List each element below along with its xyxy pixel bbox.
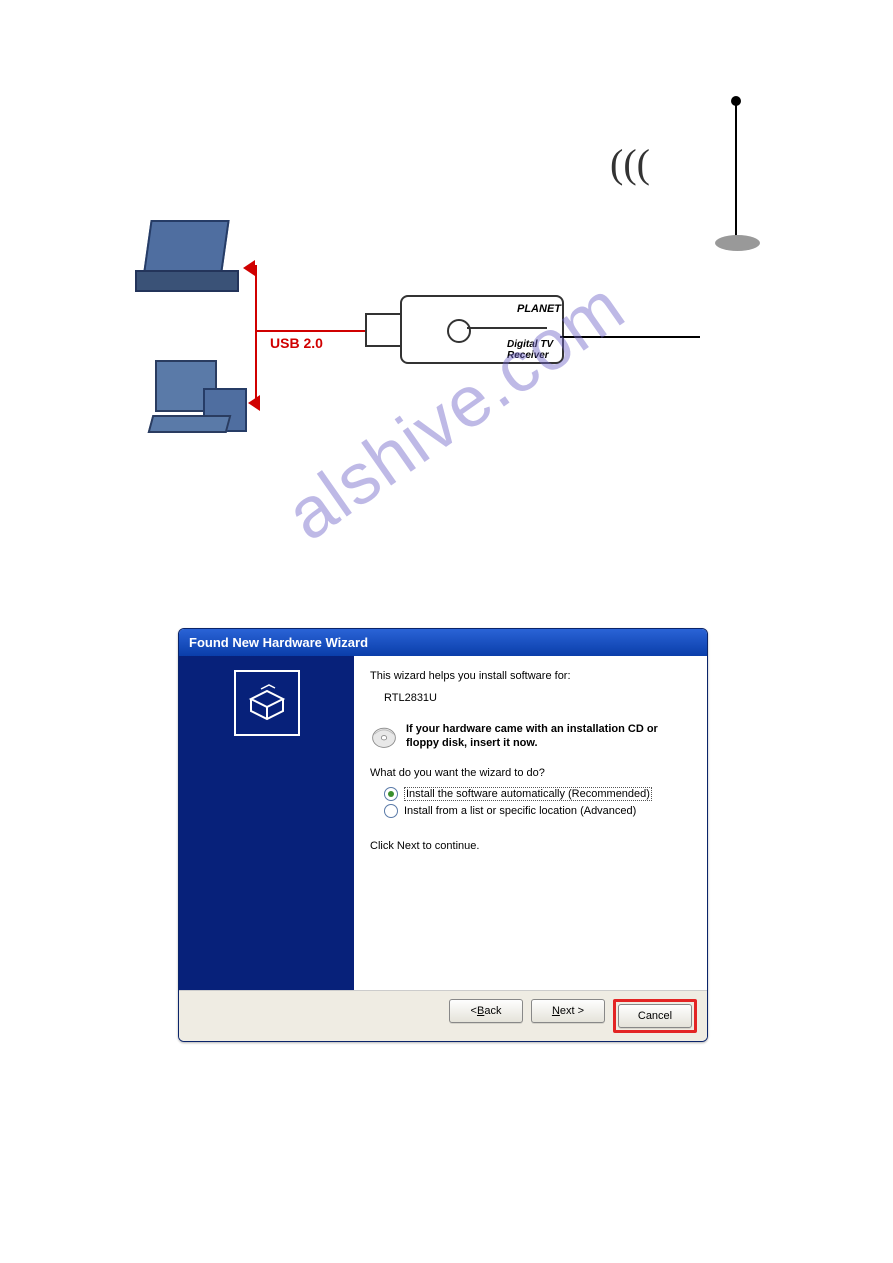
radio-unselected-icon	[384, 804, 398, 818]
antenna-cable	[560, 328, 700, 368]
cd-prompt-text: If your hardware came with an installati…	[406, 722, 691, 751]
back-button[interactable]: < Back	[449, 999, 523, 1023]
device-brand: PLANET	[517, 303, 561, 315]
device-subtitle: Digital TV Receiver	[507, 339, 562, 361]
signal-waves-icon: (((	[610, 140, 650, 187]
radio-selected-icon	[384, 787, 398, 801]
installer-box-icon	[234, 670, 300, 736]
wizard-intro-text: This wizard helps you install software f…	[370, 670, 691, 682]
antenna-icon	[685, 100, 765, 380]
option-install-from-list[interactable]: Install from a list or specific location…	[384, 804, 691, 818]
wizard-question: What do you want the wizard to do?	[370, 767, 691, 779]
arrow-icon	[240, 395, 260, 411]
arrow-icon	[235, 260, 255, 276]
wizard-titlebar: Found New Hardware Wizard	[179, 629, 707, 656]
hardware-wizard-window: Found New Hardware Wizard This wizard he…	[178, 628, 708, 1042]
next-button[interactable]: Next >	[531, 999, 605, 1023]
option-install-automatic[interactable]: Install the software automatically (Reco…	[384, 787, 691, 801]
option-label: Install the software automatically (Reco…	[404, 787, 652, 801]
wizard-sidebar	[179, 656, 354, 990]
cd-icon	[370, 722, 398, 750]
usb-label: USB 2.0	[270, 335, 323, 351]
wizard-content: This wizard helps you install software f…	[354, 656, 707, 990]
laptop-icon	[135, 220, 240, 305]
connection-diagram: USB 2.0 PLANET Digital TV Receiver (((	[120, 100, 770, 470]
continue-text: Click Next to continue.	[370, 840, 691, 852]
usb-dongle: PLANET Digital TV Receiver	[365, 295, 565, 365]
device-name: RTL2831U	[384, 692, 691, 704]
cancel-button[interactable]: Cancel	[618, 1004, 692, 1028]
wizard-button-bar: < Back Next > Cancel	[179, 990, 707, 1041]
option-label: Install from a list or specific location…	[404, 805, 636, 817]
cancel-highlight: Cancel	[613, 999, 697, 1033]
